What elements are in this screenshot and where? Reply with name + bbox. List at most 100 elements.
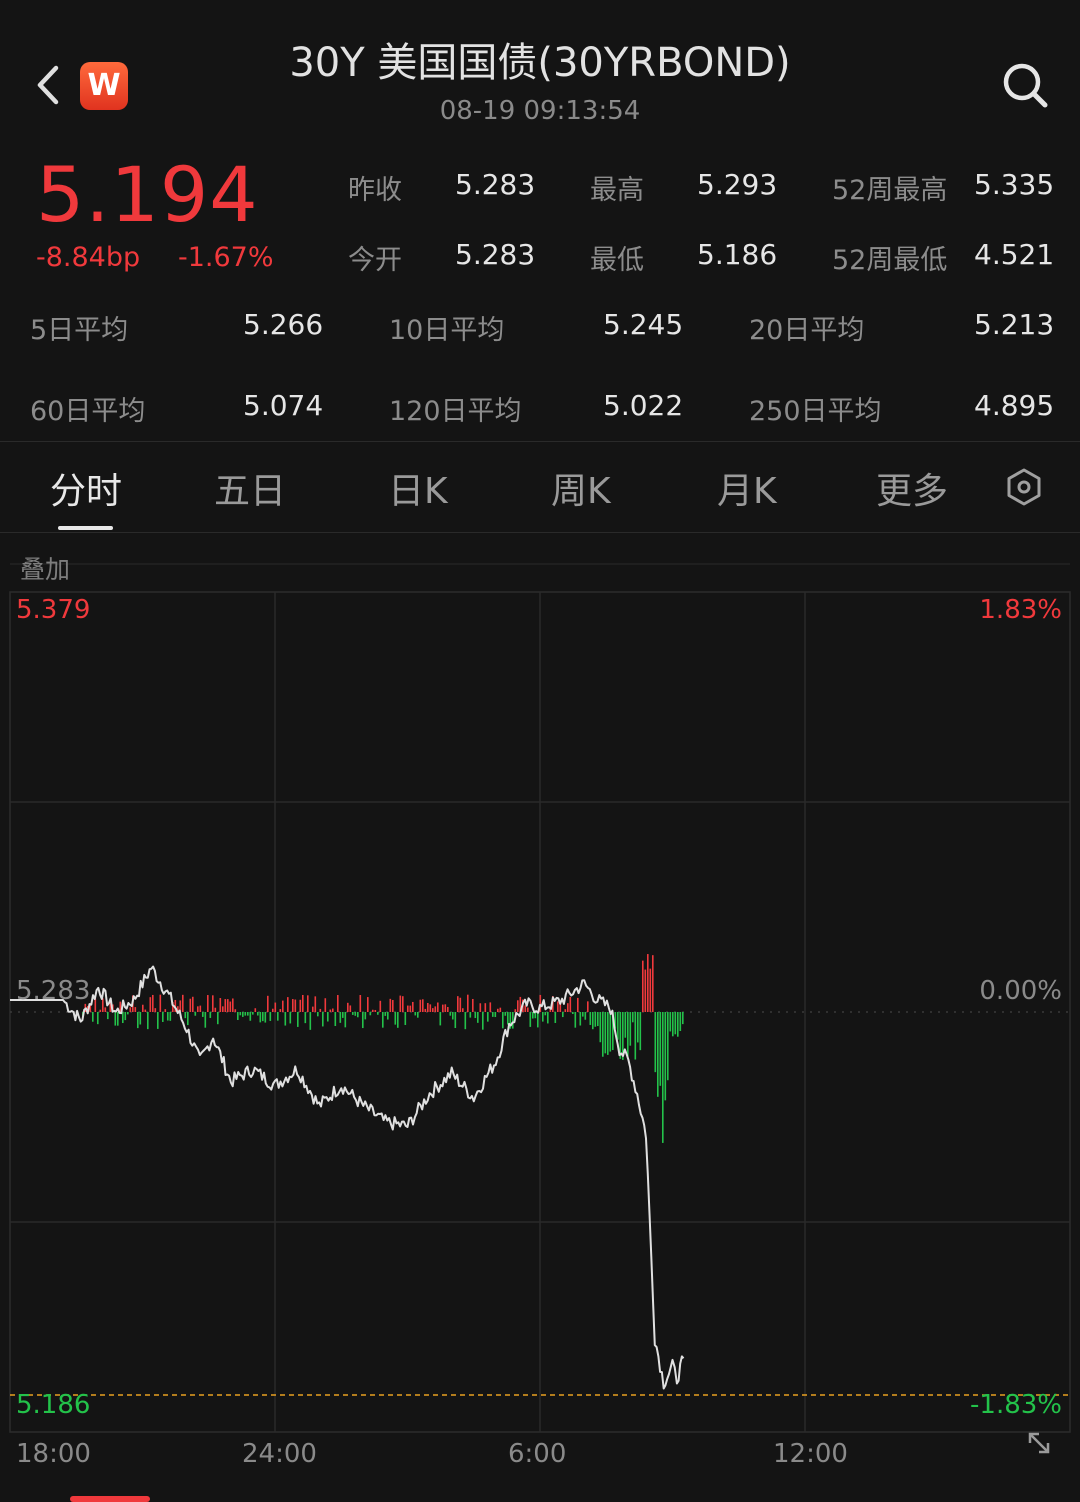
down-bar [632,1012,634,1023]
up-bar [214,1007,217,1012]
down-bar [249,1012,252,1021]
up-bar [274,1002,277,1012]
down-bar [469,1012,472,1018]
up-bar [459,997,462,1012]
down-bar [582,1012,584,1017]
down-bar [334,1012,337,1026]
down-bar [239,1012,242,1016]
down-bar [674,1012,677,1035]
stat-value-52w-low: 4.521 [974,238,1055,271]
down-bar [654,1012,657,1073]
up-bar [224,999,227,1012]
down-bar [139,1012,142,1025]
y-axis-mid-label: 5.283 [16,976,90,1006]
down-bar [202,1012,204,1017]
stat-value-high: 5.293 [697,168,778,201]
change-percent: -1.67% [178,242,274,273]
up-bar [152,994,154,1012]
search-icon[interactable] [1000,60,1050,110]
tab-intraday[interactable]: 分时 [50,462,122,514]
up-bar [462,1008,464,1012]
down-bar [492,1012,494,1017]
down-bar [629,1012,632,1046]
divider [0,532,1080,533]
down-bar [269,1012,272,1021]
down-bar [579,1012,582,1026]
up-bar [432,1008,434,1012]
down-bar [679,1012,682,1032]
stat-label-high: 最高 [590,175,644,206]
down-bar [184,1012,187,1019]
up-bar [524,1005,527,1012]
down-bar [397,1012,399,1028]
up-bar [437,1002,439,1012]
down-bar [209,1012,212,1018]
up-bar [99,1009,102,1012]
up-bar [164,1009,167,1012]
up-bar [192,996,194,1012]
divider [0,441,1080,442]
x-axis-label: 24:00 [242,1439,317,1469]
down-bar [464,1012,467,1030]
up-bar [367,997,369,1012]
up-bar [457,996,459,1012]
tab-five-day[interactable]: 五日 [214,462,286,514]
tab-more[interactable]: 更多 [876,462,948,514]
up-bar [212,995,214,1012]
down-bar [327,1012,329,1022]
overlay-button[interactable]: 叠加 [20,550,70,586]
up-bar [444,1004,447,1012]
ma-label-5d: 5日平均 [30,315,129,346]
down-bar [237,1012,239,1020]
down-bar [637,1012,639,1043]
down-bar [439,1012,442,1026]
up-bar [294,999,297,1012]
down-bar [602,1012,604,1057]
down-bar [494,1012,497,1018]
down-bar [364,1012,367,1020]
intraday-chart[interactable]: 5.379 5.283 5.186 1.83% 0.00% -1.83% 18:… [0,560,1080,1502]
up-bar [129,1007,132,1012]
pct-axis-bottom-label: -1.83% [970,1390,1062,1420]
tab-monthly-k[interactable]: 月K [717,462,777,514]
app-logo: W [80,62,128,110]
down-bar [544,1012,547,1016]
down-bar [357,1012,359,1018]
expand-icon[interactable] [1024,1428,1054,1458]
down-bar [244,1012,247,1016]
pct-axis-mid-label: 0.00% [979,976,1062,1006]
x-axis-label: 6:00 [508,1439,566,1469]
down-bar [382,1012,384,1028]
last-price: 5.194 [36,150,259,239]
up-bar [314,996,317,1012]
down-bar [377,1012,379,1015]
up-bar [272,1008,274,1012]
up-bar [142,1004,144,1012]
down-bar [262,1012,264,1022]
settings-hexagon-icon[interactable] [1004,467,1044,507]
x-axis-label: 18:00 [16,1439,91,1469]
down-bar [404,1012,407,1026]
up-bar [427,1002,429,1012]
up-bar [647,954,649,1012]
up-bar [337,995,339,1012]
tab-daily-k[interactable]: 日K [388,462,448,514]
up-bar [102,998,104,1012]
up-bar [527,1007,529,1012]
down-bar [122,1012,124,1024]
back-arrow-icon[interactable] [30,60,66,110]
up-bar [154,1008,157,1012]
down-bar [604,1012,607,1054]
up-bar [182,994,184,1012]
y-axis-top-label: 5.379 [16,595,90,625]
down-bar [547,1012,549,1024]
tab-weekly-k[interactable]: 周K [551,462,611,514]
up-bar [517,1000,519,1012]
down-bar [344,1012,347,1028]
up-bar [299,999,302,1012]
down-bar [672,1012,674,1037]
down-bar [354,1012,357,1016]
down-bar [682,1012,684,1025]
down-bar [162,1012,164,1022]
up-bar [424,1008,427,1012]
